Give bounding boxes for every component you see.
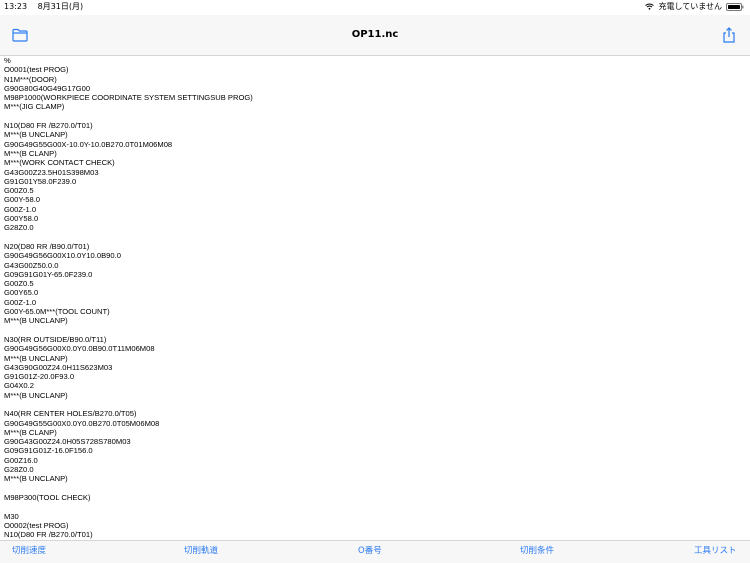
battery-icon: [726, 2, 744, 11]
status-left: 13:23 8月31日(月): [4, 0, 91, 13]
status-bar: 13:23 8月31日(月) 充電していません: [0, 0, 750, 13]
wifi-icon: [645, 3, 655, 10]
navigation-bar: OP11.nc: [0, 15, 750, 56]
tab-cutting-speed[interactable]: 切削速度: [12, 541, 46, 563]
status-date: 8月31日(月): [37, 2, 84, 11]
status-right: 充電していません: [645, 0, 744, 13]
bottom-toolbar: 切削速度 切削軌道 O番号 切削条件 工具リスト: [0, 540, 750, 563]
tab-cutting-conditions[interactable]: 切削条件: [520, 541, 554, 563]
program-text-view[interactable]: % O0001(test PROG) N1M***(DOOR) G90G80G4…: [0, 56, 750, 540]
battery-status-text: 充電していません: [658, 2, 722, 11]
share-button[interactable]: [722, 27, 738, 43]
tab-cutting-path[interactable]: 切削軌道: [184, 541, 218, 563]
page-title: OP11.nc: [351, 29, 399, 40]
tab-o-number[interactable]: O番号: [358, 541, 382, 563]
share-icon: [723, 27, 735, 43]
status-time: 13:23: [4, 2, 28, 11]
tab-tool-list[interactable]: 工具リスト: [694, 541, 737, 563]
nc-program-text: % O0001(test PROG) N1M***(DOOR) G90G80G4…: [4, 56, 253, 540]
